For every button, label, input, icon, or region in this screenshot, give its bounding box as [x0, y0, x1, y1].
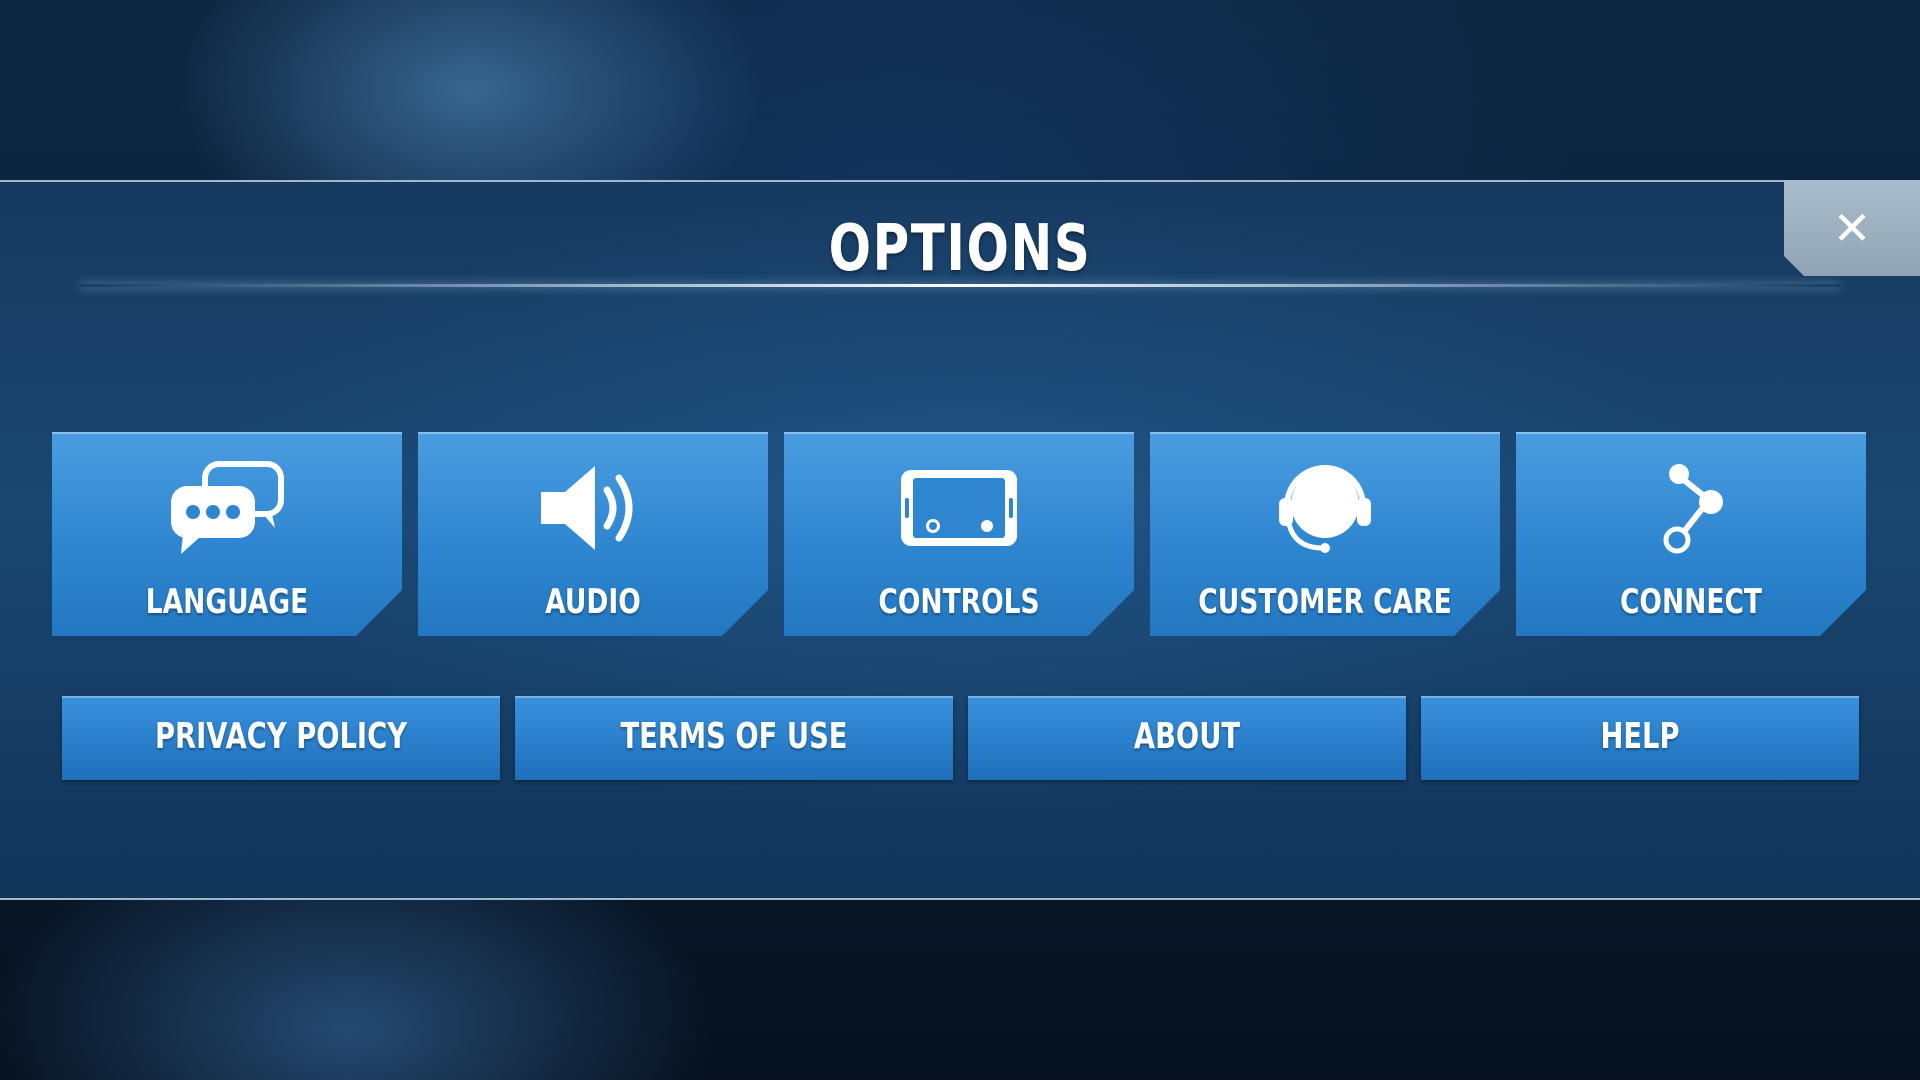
tile-label: CONNECT [1619, 582, 1763, 622]
phone-landscape-icon [884, 460, 1034, 556]
connect-tile[interactable]: CONNECT [1516, 432, 1866, 636]
button-label: TERMS OF USE [620, 716, 848, 757]
terms-of-use-button[interactable]: TERMS OF USE [515, 696, 953, 780]
headset-icon [1265, 460, 1385, 556]
help-button[interactable]: HELP [1421, 696, 1859, 780]
controls-tile[interactable]: CONTROLS [784, 432, 1134, 636]
button-label: HELP [1600, 716, 1680, 757]
close-button[interactable]: ✕ [1784, 180, 1920, 276]
audio-tile[interactable]: AUDIO [418, 432, 768, 636]
button-label: PRIVACY POLICY [154, 716, 408, 757]
about-button[interactable]: ABOUT [968, 696, 1406, 780]
tile-label: AUDIO [545, 582, 641, 622]
close-icon: ✕ [1832, 201, 1872, 255]
title-divider [80, 284, 1840, 287]
privacy-policy-button[interactable]: PRIVACY POLICY [62, 696, 500, 780]
tile-label: CUSTOMER CARE [1198, 582, 1452, 622]
page-title: OPTIONS [828, 212, 1092, 286]
language-tile[interactable]: LANGUAGE [52, 432, 402, 636]
chat-bubbles-icon [167, 460, 287, 556]
tile-label: LANGUAGE [145, 582, 309, 622]
customer-care-tile[interactable]: CUSTOMER CARE [1150, 432, 1500, 636]
button-label: ABOUT [1133, 716, 1241, 757]
tile-label: CONTROLS [878, 582, 1040, 622]
share-icon [1631, 460, 1751, 556]
options-panel: OPTIONS ✕ LANGUAGE AUDIO CONTROLS CUSTOM… [0, 180, 1920, 900]
speaker-icon [533, 460, 653, 556]
